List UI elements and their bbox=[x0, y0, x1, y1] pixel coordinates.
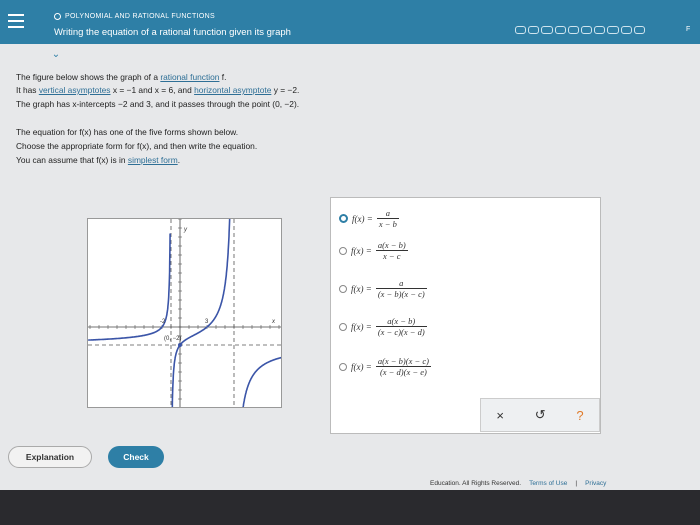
axis-ticks bbox=[89, 218, 280, 400]
terms-link[interactable]: Terms of Use bbox=[529, 480, 567, 487]
topic-line: POLYNOMIAL AND RATIONAL FUNCTIONS bbox=[54, 13, 215, 20]
clear-icon[interactable]: × bbox=[496, 408, 504, 423]
choice-lhs: f(x) = bbox=[351, 283, 372, 294]
header-right-text: F bbox=[686, 26, 691, 33]
choice-numerator: a bbox=[385, 208, 390, 218]
privacy-link[interactable]: Privacy bbox=[585, 480, 606, 487]
choice-option-2[interactable]: f(x) = a(x − b) x − c bbox=[339, 240, 408, 261]
problem-line-2: It has vertical asymptotes x = −1 and x … bbox=[16, 85, 300, 95]
choice-numerator: a(x − b) bbox=[387, 316, 416, 326]
header: POLYNOMIAL AND RATIONAL FUNCTIONS Writin… bbox=[0, 0, 700, 44]
function-graph: y x -2 3 (0, −2) bbox=[87, 217, 284, 412]
choice-fraction: ax − b bbox=[376, 208, 399, 229]
choice-denominator: (x − d)(x − e) bbox=[379, 367, 427, 377]
copyright-text: Education. All Rights Reserved. bbox=[430, 480, 522, 487]
y-axis-label: y bbox=[183, 227, 188, 233]
progress-bar bbox=[515, 26, 646, 34]
problem-line-6: You can assume that f(x) is in simplest … bbox=[16, 155, 181, 165]
choice-fraction: a(x − b) (x − c)(x − d) bbox=[375, 316, 427, 337]
curve-left-branch bbox=[88, 233, 171, 341]
answer-toolbar: × ↺ ? bbox=[480, 398, 600, 432]
vertical-asymptotes-link[interactable]: vertical asymptotes bbox=[39, 85, 111, 95]
point-label: (0, −2) bbox=[164, 336, 182, 342]
topic-label: POLYNOMIAL AND RATIONAL FUNCTIONS bbox=[65, 13, 215, 20]
explanation-button[interactable]: Explanation bbox=[8, 446, 92, 468]
problem-line-1: The figure below shows the graph of a ra… bbox=[16, 72, 227, 82]
choice-denominator: (x − c)(x − d) bbox=[377, 327, 425, 337]
horizontal-asymptote-link[interactable]: horizontal asymptote bbox=[194, 85, 271, 95]
radio-button[interactable] bbox=[339, 322, 347, 331]
problem-line-4: The equation for f(x) has one of the fiv… bbox=[16, 127, 239, 137]
choice-option-5[interactable]: f(x) = a(x − b)(x − c) (x − d)(x − e) bbox=[339, 356, 431, 377]
screen: POLYNOMIAL AND RATIONAL FUNCTIONS Writin… bbox=[0, 0, 700, 490]
choice-denominator: x − c bbox=[383, 251, 401, 261]
radio-button[interactable] bbox=[339, 246, 347, 255]
choice-denominator: (x − b)(x − c) bbox=[377, 289, 425, 299]
curve-middle-branch bbox=[171, 217, 231, 410]
choice-lhs: f(x) = bbox=[351, 361, 372, 372]
choice-option-1[interactable]: f(x) = a x − b bbox=[339, 208, 399, 229]
page-title: Writing the equation of a rational funct… bbox=[54, 27, 291, 38]
choice-numerator: a(x − b)(x − c) bbox=[377, 356, 429, 366]
problem-line-5: Choose the appropriate form for f(x), an… bbox=[16, 141, 258, 151]
radio-button[interactable] bbox=[339, 284, 347, 293]
tick-label-3: 3 bbox=[205, 319, 209, 325]
choice-fraction: a (x − b)(x − c) bbox=[375, 278, 427, 299]
choice-lhs: f(x) = bbox=[351, 245, 372, 256]
problem-line-3: The graph has x-intercepts −2 and 3, and… bbox=[16, 99, 300, 109]
choice-lhs: f(x) = bbox=[352, 213, 373, 224]
radio-button[interactable] bbox=[339, 214, 348, 223]
simplest-form-link[interactable]: simplest form bbox=[128, 155, 178, 165]
curve-right-branch bbox=[241, 356, 284, 412]
choice-option-4[interactable]: f(x) = a(x − b) (x − c)(x − d) bbox=[339, 316, 427, 337]
choice-denominator: x − b bbox=[378, 219, 397, 229]
chevron-down-icon[interactable]: ⌄ bbox=[42, 48, 70, 64]
radio-button[interactable] bbox=[339, 362, 347, 371]
tick-label-neg2: -2 bbox=[160, 319, 166, 325]
menu-icon[interactable] bbox=[8, 14, 24, 28]
rational-function-link[interactable]: rational function bbox=[160, 72, 219, 82]
choice-option-3[interactable]: f(x) = a (x − b)(x − c) bbox=[339, 278, 427, 299]
choice-numerator: a(x − b) bbox=[377, 240, 406, 250]
point-marker bbox=[178, 343, 182, 347]
choice-fraction: a(x − b)(x − c) (x − d)(x − e) bbox=[375, 356, 431, 377]
choice-numerator: a bbox=[399, 278, 404, 288]
help-icon[interactable]: ? bbox=[576, 408, 583, 423]
topic-circle-icon bbox=[54, 13, 61, 20]
graph-svg: y x -2 3 (0, −2) bbox=[88, 217, 284, 412]
choice-fraction: a(x − b) x − c bbox=[375, 240, 408, 261]
footer: Education. All Rights Reserved. Terms of… bbox=[430, 480, 607, 487]
x-axis-label: x bbox=[271, 319, 276, 325]
check-button[interactable]: Check bbox=[108, 446, 164, 468]
undo-icon[interactable]: ↺ bbox=[535, 407, 546, 423]
choice-lhs: f(x) = bbox=[351, 321, 372, 332]
